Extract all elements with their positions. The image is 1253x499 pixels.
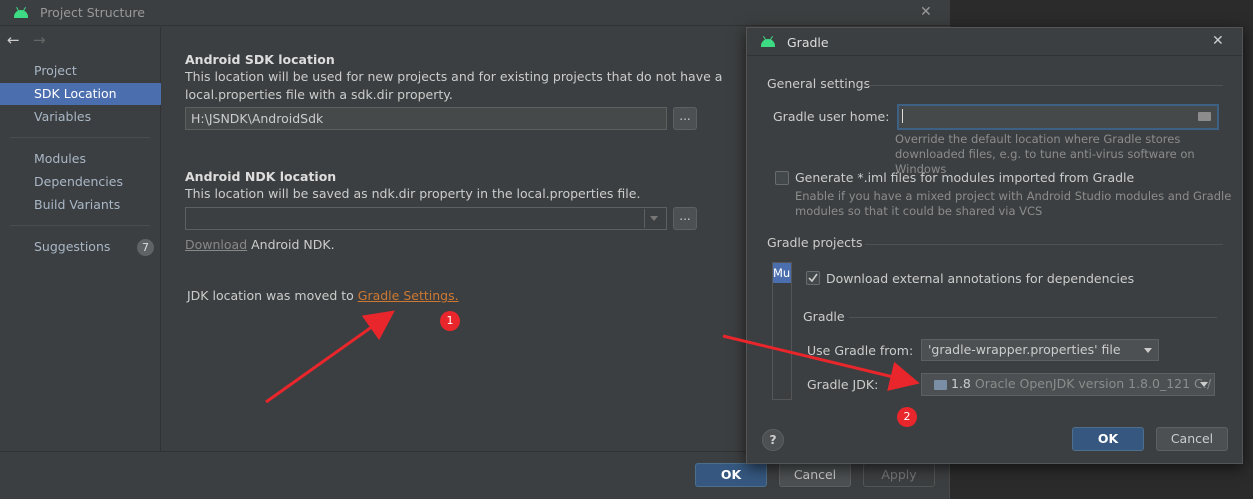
gradle-jdk-detail: Oracle OpenJDK version 1.8.0_121 C:/ (970, 376, 1212, 391)
sidebar: ← → Project SDK Location Variables Modul… (0, 27, 161, 451)
gradle-titlebar: Gradle ✕ (747, 28, 1242, 56)
apply-button[interactable]: Apply (863, 463, 935, 487)
gradle-ok-button[interactable]: OK (1072, 427, 1144, 451)
gradle-projects-list[interactable]: Mu (772, 262, 792, 400)
sidebar-divider (10, 137, 150, 138)
jdk-moved-text: JDK location was moved to (187, 288, 358, 303)
iml-hint-line1: Enable if you have a mixed project with … (795, 189, 1232, 203)
project-structure-titlebar: Project Structure ✕ (0, 0, 950, 26)
gradle-settings-link[interactable]: Gradle Settings. (358, 288, 459, 303)
download-annotations-checkbox[interactable] (806, 271, 820, 285)
sidebar-divider (10, 225, 150, 226)
gradle-jdk-version: 1.8 (951, 376, 971, 391)
sdk-heading: Android SDK location (185, 52, 335, 67)
ndk-combo-divider (644, 209, 645, 228)
download-annotations-label: Download external annotations for depend… (826, 271, 1135, 286)
window-title: Project Structure (40, 5, 145, 20)
ndk-description: This location will be saved as ndk.dir p… (185, 186, 641, 201)
gradle-user-home-input[interactable] (897, 104, 1219, 130)
chevron-down-icon[interactable] (650, 216, 658, 221)
chevron-down-icon (1144, 348, 1152, 353)
chevron-down-icon (1200, 382, 1208, 387)
help-button[interactable]: ? (762, 429, 784, 451)
sdk-path-field[interactable]: H:\JSNDK\AndroidSdk (185, 107, 667, 130)
gradle-dialog-title: Gradle (787, 35, 829, 50)
gradle-jdk-label: Gradle JDK: (807, 377, 879, 392)
text-cursor (902, 109, 903, 123)
jdk-moved-row: JDK location was moved to Gradle Setting… (187, 287, 459, 305)
annotation-marker-1: 1 (440, 311, 460, 331)
sidebar-item-sdk-location[interactable]: SDK Location (0, 83, 161, 105)
close-icon[interactable]: ✕ (1212, 33, 1224, 49)
jdk-folder-icon (934, 379, 947, 390)
checkmark-icon (808, 273, 818, 283)
close-icon[interactable]: ✕ (920, 4, 932, 20)
iml-hint-line2: modules so that it could be shared via V… (795, 204, 1043, 218)
android-icon (761, 39, 775, 47)
general-settings-label: General settings (767, 76, 871, 91)
forward-arrow-icon[interactable]: → (33, 31, 46, 49)
suggestions-count-badge: 7 (137, 239, 154, 256)
gradle-dialog: Gradle ✕ General settings Gradle user ho… (746, 27, 1243, 464)
project-list-item[interactable]: Mu (773, 263, 791, 283)
use-gradle-from-select[interactable]: 'gradle-wrapper.properties' file (921, 339, 1159, 361)
sidebar-item-variables[interactable]: Variables (0, 106, 161, 128)
back-arrow-icon[interactable]: ← (7, 31, 20, 49)
use-gradle-from-value: 'gradle-wrapper.properties' file (928, 342, 1121, 357)
generate-iml-checkbox[interactable] (775, 171, 789, 185)
generate-iml-label: Generate *.iml files for modules importe… (795, 170, 1135, 185)
gradle-section-label: Gradle (803, 309, 845, 324)
use-gradle-from-label: Use Gradle from: (807, 343, 914, 358)
ndk-browse-button[interactable]: ... (673, 207, 697, 230)
sidebar-item-project[interactable]: Project (0, 60, 161, 82)
cancel-button[interactable]: Cancel (779, 463, 851, 487)
sidebar-item-build-variants[interactable]: Build Variants (0, 194, 161, 216)
sdk-description-line1: This location will be used for new proje… (185, 69, 723, 84)
download-ndk-text: Android NDK. (247, 237, 335, 252)
sdk-browse-button[interactable]: ... (673, 107, 697, 130)
annotation-marker-2: 2 (897, 407, 917, 427)
section-divider (865, 85, 1223, 86)
section-divider (849, 317, 1217, 318)
folder-icon[interactable] (1198, 112, 1211, 121)
gradle-jdk-select[interactable]: 1.8 Oracle OpenJDK version 1.8.0_121 C:/ (921, 373, 1215, 396)
ndk-path-combo[interactable] (185, 207, 667, 230)
gradle-projects-label: Gradle projects (767, 235, 863, 250)
gradle-user-home-label: Gradle user home: (773, 109, 890, 124)
gradle-cancel-button[interactable]: Cancel (1156, 427, 1228, 451)
sdk-description-line2: local.properties file with a sdk.dir pro… (185, 87, 453, 102)
android-icon (14, 10, 28, 18)
ok-button[interactable]: OK (695, 463, 767, 487)
section-divider (865, 244, 1223, 245)
ndk-download-row: Download Android NDK. (185, 236, 335, 254)
ndk-heading: Android NDK location (185, 169, 337, 184)
user-home-hint-line1: Override the default location where Grad… (895, 132, 1181, 146)
sidebar-item-dependencies[interactable]: Dependencies (0, 171, 161, 193)
sidebar-item-modules[interactable]: Modules (0, 148, 161, 170)
download-ndk-link[interactable]: Download (185, 237, 247, 252)
